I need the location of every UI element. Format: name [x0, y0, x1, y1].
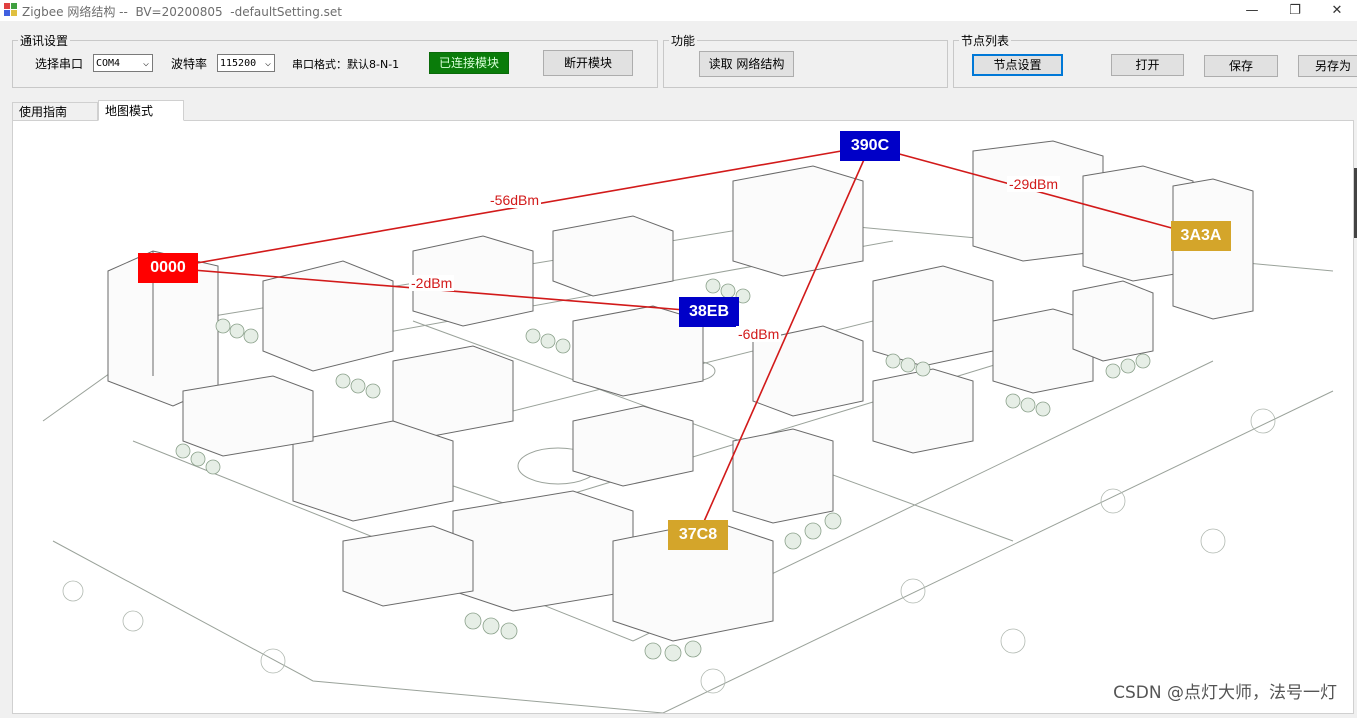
map-panel: 0000 390C 38EB 3A3A 37C8 -56dBm -2dBm -2…	[12, 120, 1354, 714]
baud-value: 115200	[220, 58, 257, 69]
baud-label: 波特率	[171, 57, 208, 71]
restore-button[interactable]: ❐	[1272, 0, 1318, 21]
tab-map-mode[interactable]: 地图模式	[98, 100, 184, 121]
chevron-down-icon: ⌵	[264, 58, 271, 69]
node-settings-button[interactable]: 节点设置	[972, 54, 1063, 76]
node-list-legend: 节点列表	[959, 32, 1012, 49]
campus-sketch	[42, 140, 1334, 713]
close-button[interactable]: ✕	[1314, 0, 1357, 21]
port-label: 选择串口	[35, 57, 84, 71]
node-3a3a[interactable]: 3A3A	[1171, 221, 1231, 251]
disconnect-module-button[interactable]: 断开模块	[543, 50, 633, 76]
serial-format-label: 串口格式：默认8-N-1	[292, 58, 400, 71]
chevron-down-icon: ⌵	[142, 58, 149, 69]
window-title: Zigbee 网络结构 -- BV=20200805 -defaultSetti…	[22, 5, 342, 19]
comm-settings-legend: 通讯设置	[18, 32, 71, 49]
app-icon	[4, 3, 18, 17]
read-network-button[interactable]: 读取 网络结构	[699, 51, 794, 77]
baud-select[interactable]: 115200 ⌵	[217, 54, 275, 72]
save-button[interactable]: 保存	[1204, 55, 1278, 77]
node-390c[interactable]: 390C	[840, 131, 900, 161]
open-button[interactable]: 打开	[1111, 54, 1184, 76]
watermark: CSDN @点灯大师，法号一灯	[1113, 683, 1337, 703]
save-as-button[interactable]: 另存为	[1298, 55, 1357, 77]
link-rssi-label: -56dBm	[488, 192, 542, 208]
port-value: COM4	[96, 58, 121, 69]
link-rssi-label: -2dBm	[409, 275, 455, 291]
port-select[interactable]: COM4 ⌵	[93, 54, 153, 72]
function-legend: 功能	[669, 32, 698, 49]
link-rssi-label: -6dBm	[736, 326, 782, 342]
node-0000[interactable]: 0000	[138, 253, 198, 283]
minimize-button[interactable]: —	[1229, 0, 1275, 21]
connected-module-button[interactable]: 已连接模块	[429, 52, 509, 74]
link-rssi-label: -29dBm	[1007, 176, 1061, 192]
title-bar: Zigbee 网络结构 -- BV=20200805 -defaultSetti…	[0, 0, 1357, 21]
node-38eb[interactable]: 38EB	[679, 297, 739, 327]
tab-guide[interactable]: 使用指南	[12, 102, 98, 121]
node-37c8[interactable]: 37C8	[668, 520, 728, 550]
